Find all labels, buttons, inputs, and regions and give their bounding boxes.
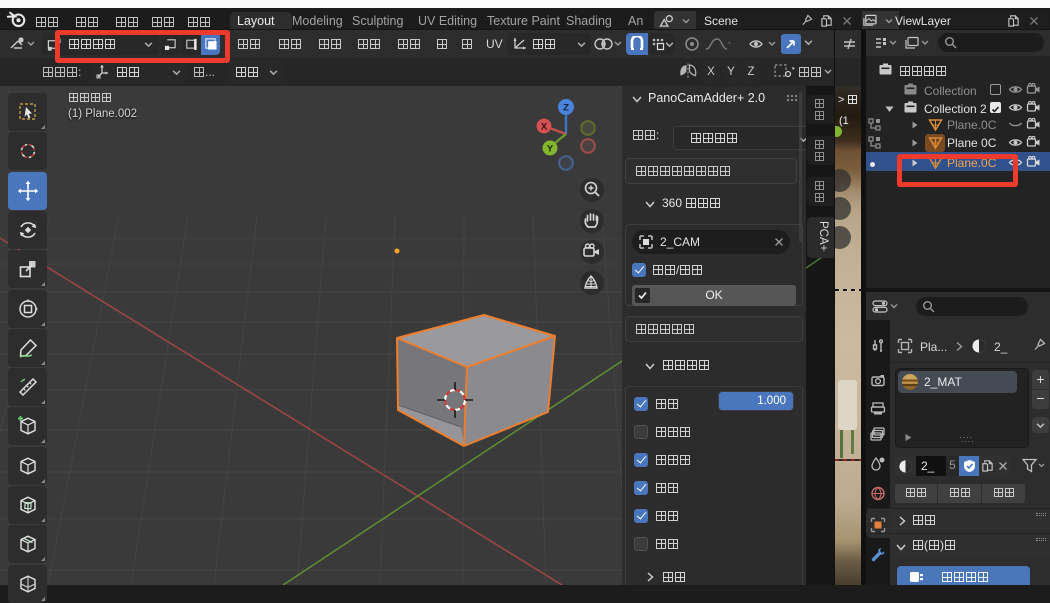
svg-text:Z: Z bbox=[563, 103, 569, 114]
svg-text:X: X bbox=[541, 122, 548, 133]
svg-text:Y: Y bbox=[547, 144, 554, 155]
